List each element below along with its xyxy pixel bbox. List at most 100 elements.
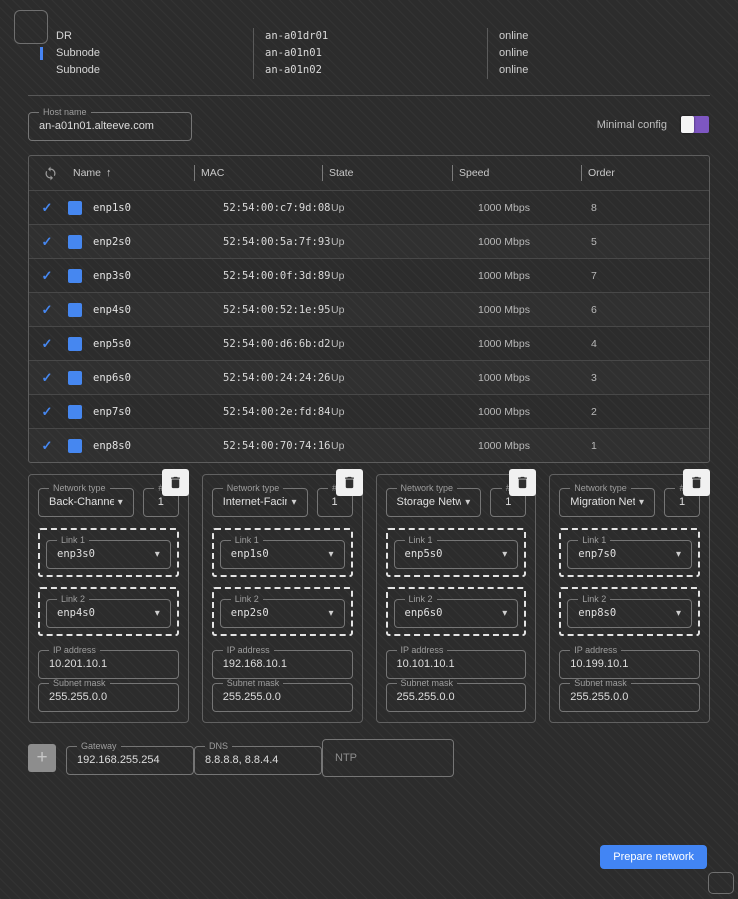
prepare-network-button[interactable]: Prepare network (600, 845, 707, 869)
link1-select[interactable]: Link 1 enp3s0▾ (46, 536, 171, 569)
table-row: ✓ enp5s0 52:54:00:d6:6b:d2 Up 1000 Mbps … (29, 326, 709, 360)
column-header-state[interactable]: State (322, 167, 452, 179)
row-checkbox[interactable]: ✓ (29, 302, 65, 318)
node-item-subnode-2[interactable]: Subnode (40, 62, 253, 79)
row-checkbox[interactable]: ✓ (29, 336, 65, 352)
link2-dropzone[interactable]: Link 2 enp2s0▾ (212, 587, 353, 636)
status-badge: online (499, 45, 528, 62)
delete-network-button[interactable] (683, 469, 710, 496)
ip-address-field[interactable]: IP address 10.201.10.1 (38, 646, 179, 679)
cell-state: Up (322, 406, 452, 418)
column-label: Name (73, 167, 101, 179)
link2-dropzone[interactable]: Link 2 enp4s0▾ (38, 587, 179, 636)
row-checkbox[interactable]: ✓ (29, 268, 65, 284)
link1-dropzone[interactable]: Link 1 enp3s0▾ (38, 528, 179, 577)
node-list: DR Subnode Subnode an-a01dr01 an-a01n01 … (40, 28, 710, 79)
count-value[interactable]: 1 (154, 493, 168, 516)
network-card-sn: Network type Storage Network▾ # 1 Link 1… (376, 474, 537, 723)
delete-network-button[interactable] (162, 469, 189, 496)
table-row: ✓ enp8s0 52:54:00:70:74:16 Up 1000 Mbps … (29, 428, 709, 462)
subnet-mask-value[interactable]: 255.255.0.0 (223, 688, 342, 711)
link1-dropzone[interactable]: Link 1 enp7s0▾ (559, 528, 700, 577)
check-icon: ✓ (42, 336, 53, 352)
subnet-mask-value[interactable]: 255.255.0.0 (570, 688, 689, 711)
row-checkbox[interactable]: ✓ (29, 438, 65, 454)
link2-dropzone[interactable]: Link 2 enp6s0▾ (386, 587, 527, 636)
count-value[interactable]: 1 (501, 493, 515, 516)
link2-select[interactable]: Link 2 enp2s0▾ (220, 595, 345, 628)
node-item-subnode-1[interactable]: Subnode (40, 45, 253, 62)
color-swatch (68, 235, 82, 249)
subnet-mask-label: Subnet mask (397, 679, 458, 688)
cell-order: 4 (581, 338, 709, 350)
sync-button[interactable] (29, 166, 65, 181)
gateway-row: + Gateway 192.168.255.254 DNS 8.8.8.8, 8… (28, 739, 710, 777)
ip-address-field[interactable]: IP address 10.199.10.1 (559, 646, 700, 679)
host-name-field[interactable]: Host name an-a01n01.alteeve.com (28, 108, 192, 141)
ip-address-label: IP address (397, 646, 448, 655)
minimal-config-toggle[interactable] (681, 116, 709, 133)
host-name-value[interactable]: an-a01n01.alteeve.com (39, 117, 181, 140)
subnet-mask-value[interactable]: 255.255.0.0 (49, 688, 168, 711)
column-header-name[interactable]: Name ↑ (65, 167, 194, 179)
network-type-select[interactable]: Network type Storage Network▾ (386, 484, 482, 517)
ip-address-field[interactable]: IP address 10.101.10.1 (386, 646, 527, 679)
subnet-mask-field[interactable]: Subnet mask 255.255.0.0 (559, 679, 700, 712)
delete-network-button[interactable] (336, 469, 363, 496)
network-type-select[interactable]: Network type Back-Channel Net...▾ (38, 484, 134, 517)
network-type-select[interactable]: Network type Internet-Facing...▾ (212, 484, 308, 517)
subnet-mask-value[interactable]: 255.255.0.0 (397, 688, 516, 711)
subnet-mask-field[interactable]: Subnet mask 255.255.0.0 (386, 679, 527, 712)
link2-select[interactable]: Link 2 enp4s0▾ (46, 595, 171, 628)
network-type-value: Storage Network (397, 496, 462, 508)
cell-state: Up (322, 440, 452, 452)
cell-speed: 1000 Mbps (452, 440, 581, 452)
link1-dropzone[interactable]: Link 1 enp1s0▾ (212, 528, 353, 577)
node-status-column: online online online (487, 28, 528, 79)
network-type-select[interactable]: Network type Migration Netw...▾ (559, 484, 655, 517)
dns-field[interactable]: DNS 8.8.8.8, 8.8.4.4 (194, 742, 322, 775)
link1-select[interactable]: Link 1 enp7s0▾ (567, 536, 692, 569)
link1-label: Link 1 (57, 536, 89, 545)
cell-state: Up (322, 202, 452, 214)
count-value[interactable]: 1 (328, 493, 342, 516)
row-checkbox[interactable]: ✓ (29, 200, 65, 216)
row-checkbox[interactable]: ✓ (29, 404, 65, 420)
status-badge: online (499, 62, 528, 79)
cell-order: 3 (581, 372, 709, 384)
gateway-field[interactable]: Gateway 192.168.255.254 (66, 742, 194, 775)
link1-select[interactable]: Link 1 enp1s0▾ (220, 536, 345, 569)
ip-address-value[interactable]: 10.201.10.1 (49, 655, 168, 678)
link2-dropzone[interactable]: Link 2 enp8s0▾ (559, 587, 700, 636)
ntp-field[interactable]: NTP (322, 739, 454, 777)
add-network-button[interactable]: + (28, 744, 56, 772)
cell-order: 5 (581, 236, 709, 248)
count-value[interactable]: 1 (675, 493, 689, 516)
ip-address-value[interactable]: 10.199.10.1 (570, 655, 689, 678)
link2-select[interactable]: Link 2 enp8s0▾ (567, 595, 692, 628)
link2-select[interactable]: Link 2 enp6s0▾ (394, 595, 519, 628)
chevron-down-icon: ▾ (291, 497, 296, 508)
node-item-dr[interactable]: DR (40, 28, 253, 45)
subnet-mask-field[interactable]: Subnet mask 255.255.0.0 (38, 679, 179, 712)
row-checkbox[interactable]: ✓ (29, 234, 65, 250)
network-card-bcn: Network type Back-Channel Net...▾ # 1 Li… (28, 474, 189, 723)
check-icon: ✓ (42, 438, 53, 454)
subnet-mask-field[interactable]: Subnet mask 255.255.0.0 (212, 679, 353, 712)
ip-address-value[interactable]: 192.168.10.1 (223, 655, 342, 678)
ip-address-value[interactable]: 10.101.10.1 (397, 655, 516, 678)
ip-address-field[interactable]: IP address 192.168.10.1 (212, 646, 353, 679)
column-header-speed[interactable]: Speed (452, 167, 581, 179)
row-checkbox[interactable]: ✓ (29, 370, 65, 386)
dns-value[interactable]: 8.8.8.8, 8.8.4.4 (205, 751, 311, 774)
column-header-mac[interactable]: MAC (194, 167, 322, 179)
column-header-order[interactable]: Order (581, 167, 709, 179)
cell-state: Up (322, 372, 452, 384)
link1-dropzone[interactable]: Link 1 enp5s0▾ (386, 528, 527, 577)
table-row: ✓ enp4s0 52:54:00:52:1e:95 Up 1000 Mbps … (29, 292, 709, 326)
cell-mac: 52:54:00:d6:6b:d2 (194, 338, 322, 350)
gateway-value[interactable]: 192.168.255.254 (77, 751, 183, 774)
link1-select[interactable]: Link 1 enp5s0▾ (394, 536, 519, 569)
collapse-corner-button[interactable] (708, 872, 734, 894)
delete-network-button[interactable] (509, 469, 536, 496)
